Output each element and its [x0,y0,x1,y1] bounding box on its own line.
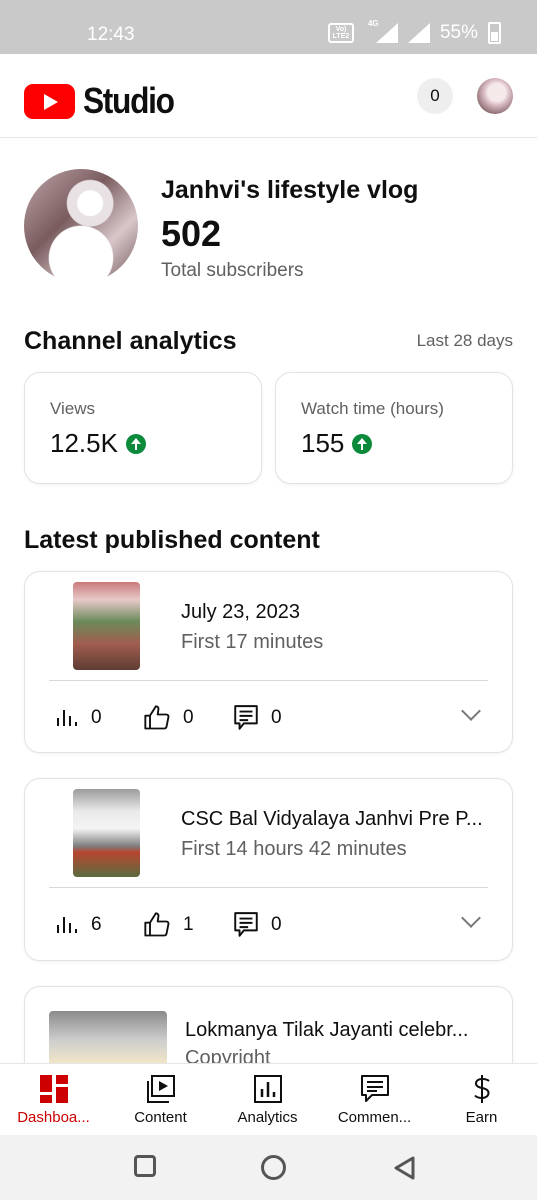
video-title: Lokmanya Tilak Jayanti celebr... [185,1019,469,1041]
views-stat: 6 [55,907,102,943]
status-bar: 12:43 Vo) LTE2 4G 55% [0,0,537,54]
signal-icon [407,23,430,43]
nav-comments-label: Commen... [337,1109,412,1126]
trend-up-icon [352,433,373,454]
card-divider [49,680,488,681]
likes-count: 1 [183,914,194,935]
views-card[interactable]: Views 12.5K [24,372,262,484]
nav-content-label: Content [134,1109,187,1126]
subscriber-count: 502 [161,213,222,254]
status-time: 12:43 [87,24,135,45]
nav-analytics-label: Analytics [237,1109,298,1126]
views-count: 0 [91,707,102,728]
comments-icon [361,1075,389,1102]
views-count: 6 [91,914,102,935]
system-navigation-bar [0,1135,537,1200]
analytics-title: Channel analytics [24,327,237,355]
likes-count: 0 [183,707,194,728]
views-label: Views [50,399,96,418]
app-header: Studio 0 [0,54,537,138]
youtube-play-icon [24,83,75,119]
nav-earn-label: Earn [465,1109,498,1126]
trend-up-icon [125,433,146,454]
likes-stat: 0 [143,700,194,736]
watch-time-value: 155 [301,428,345,458]
comments-stat: 0 [233,700,282,736]
app-name: Studio [83,80,175,121]
home-button[interactable] [261,1155,286,1180]
latest-content-title: Latest published content [24,526,320,554]
content-icon [147,1075,175,1103]
video-card[interactable]: CSC Bal Vidyalaya Janhvi Pre P... First … [24,778,513,961]
battery-icon [488,22,501,44]
views-value: 12.5K [50,428,118,458]
status-icons: Vo) LTE2 4G 55% [327,19,501,44]
thumbs-up-icon [144,912,170,937]
youtube-studio-logo[interactable]: Studio [24,80,186,122]
video-title: July 23, 2023 [181,601,300,623]
video-period: First 14 hours 42 minutes [181,838,407,860]
volte-icon: Vo) LTE2 [327,23,354,43]
video-card[interactable]: July 23, 2023 First 17 minutes 0 0 0 [24,571,513,753]
analytics-period: Last 28 days [416,331,513,350]
back-button[interactable] [392,1155,418,1181]
recent-apps-button[interactable] [134,1155,156,1177]
analytics-icon [254,1075,282,1103]
nav-analytics[interactable]: Analytics [214,1064,321,1136]
nav-dashboard[interactable]: Dashboa... [0,1064,107,1136]
card-divider [49,887,488,888]
account-avatar[interactable] [477,78,513,114]
channel-avatar[interactable] [24,169,138,283]
watch-time-label: Watch time (hours) [301,399,444,418]
comment-icon [234,705,258,730]
thumbs-up-icon [144,705,170,730]
watch-time-value-row: 155 [301,428,373,459]
comments-count: 0 [271,914,282,935]
nav-content[interactable]: Content [107,1064,214,1136]
likes-stat: 1 [143,907,194,943]
bottom-navigation: Dashboa... Content Analytics Commen... E… [0,1063,537,1135]
views-value-row: 12.5K [50,428,146,459]
battery-percent: 55% [439,22,478,43]
video-stats: 0 0 0 [25,700,512,736]
bar-chart-icon [57,710,77,726]
video-thumbnail[interactable] [73,789,140,877]
bar-chart-icon [57,917,77,933]
video-stats: 6 1 0 [25,907,512,943]
video-title: CSC Bal Vidyalaya Janhvi Pre P... [181,808,483,830]
signal-4g-icon: 4G [364,19,398,43]
channel-name: Janhvi's lifestyle vlog [161,176,419,204]
comment-icon [234,912,258,937]
subscriber-label: Total subscribers [161,260,304,281]
dollar-icon [474,1075,490,1103]
video-thumbnail[interactable] [73,582,140,670]
comments-count: 0 [271,707,282,728]
views-stat: 0 [55,700,102,736]
comments-stat: 0 [233,907,282,943]
notification-count-button[interactable]: 0 [417,78,453,114]
video-period: First 17 minutes [181,631,324,653]
watch-time-card[interactable]: Watch time (hours) 155 [275,372,513,484]
nav-earn[interactable]: Earn [428,1064,535,1136]
nav-dashboard-label: Dashboa... [17,1109,90,1126]
dashboard-icon [40,1075,68,1103]
nav-comments[interactable]: Commen... [321,1064,428,1136]
